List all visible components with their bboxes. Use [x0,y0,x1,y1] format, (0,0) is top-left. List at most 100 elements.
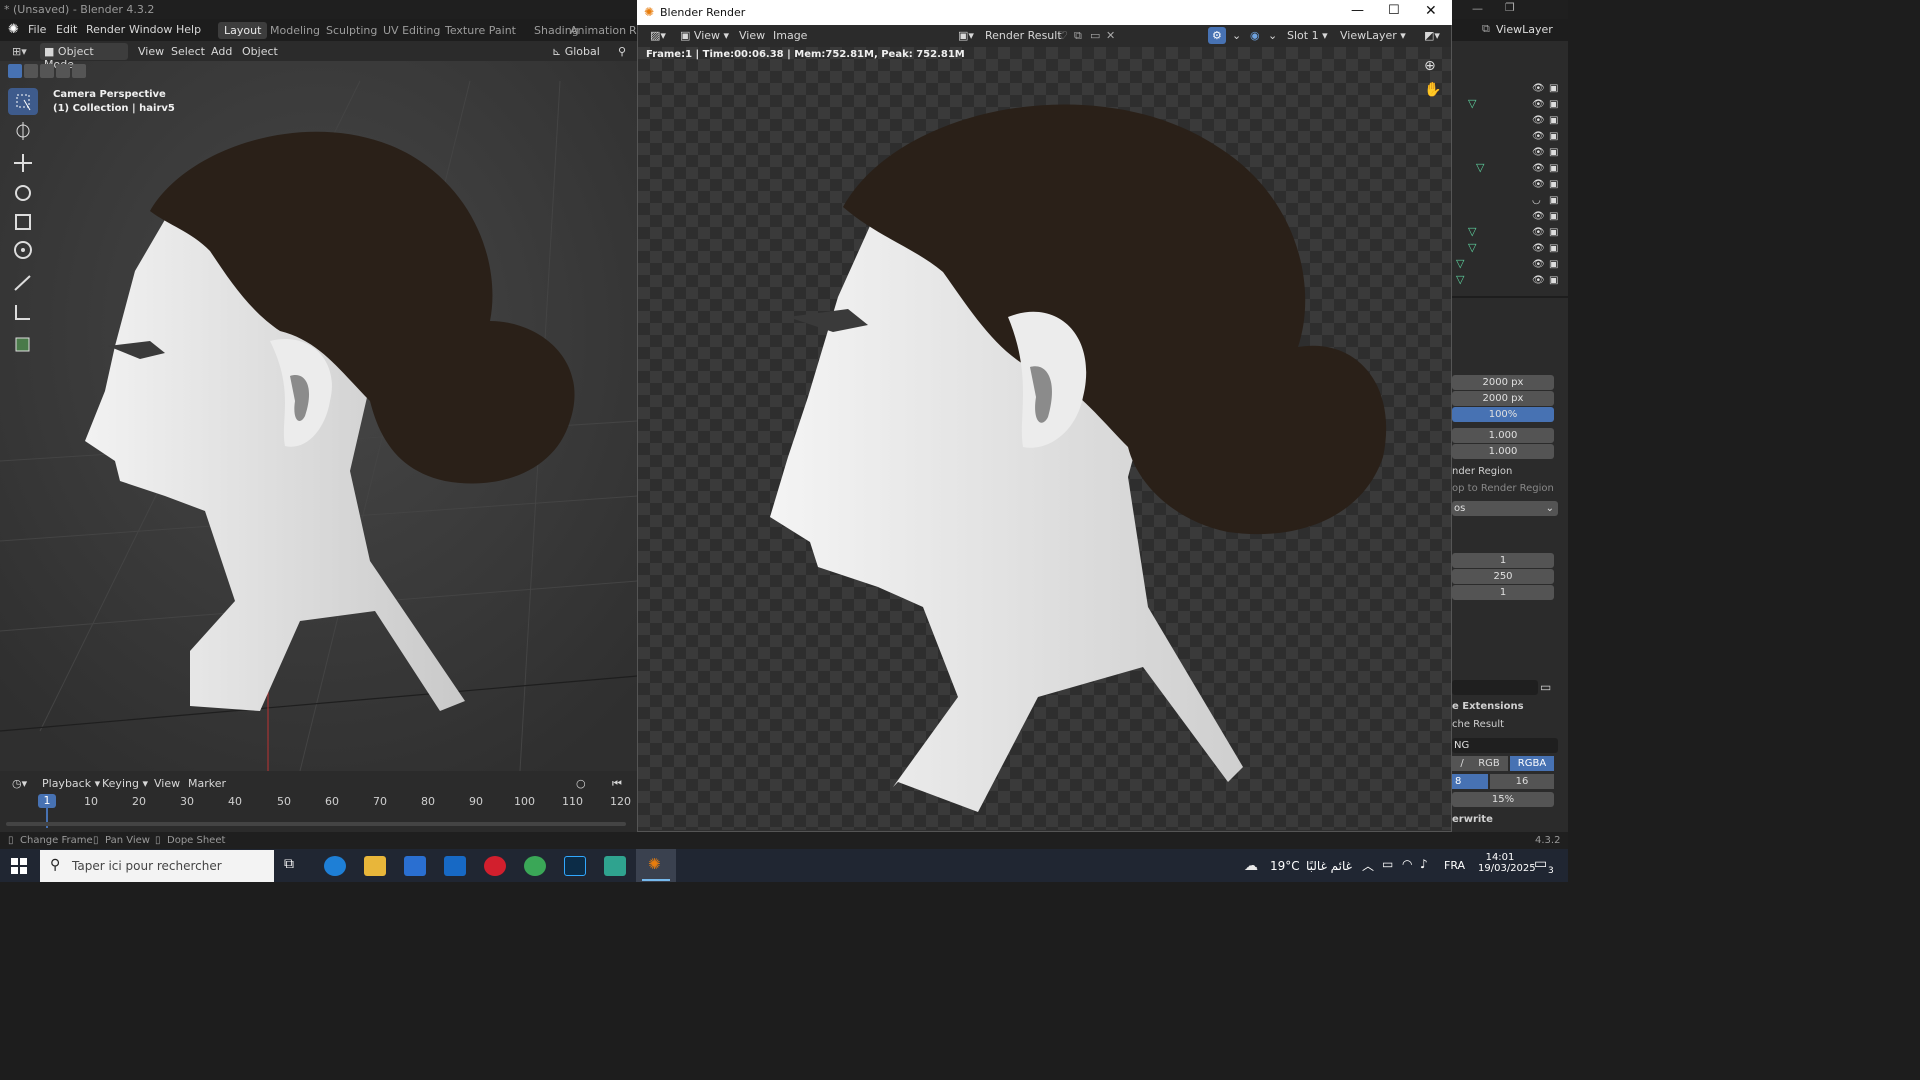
menu-window[interactable]: Window [129,23,172,36]
view-mode-dropdown[interactable]: ▣ View ▾ [676,27,733,44]
scale-icon[interactable] [8,209,38,236]
annotate-icon[interactable] [8,270,38,297]
image-name-field[interactable]: Render Result [981,27,1066,44]
clock[interactable]: 14:01 19/03/2025 [1478,852,1536,874]
chrome-icon[interactable] [524,856,546,876]
aspect-y-field[interactable]: 1.000 [1452,444,1554,459]
select-intersect-icon[interactable] [72,64,86,78]
transform-icon[interactable] [8,237,38,264]
chevron-down-icon[interactable]: ⌄ [1264,27,1281,44]
select-extend-icon[interactable] [24,64,38,78]
crop-region-checkbox-label[interactable]: op to Render Region [1452,483,1554,494]
outlook-icon[interactable] [444,856,466,876]
depth-8-button[interactable]: 8 [1452,774,1488,789]
camera-icon[interactable]: ▣ [1549,147,1558,158]
store-icon[interactable] [404,856,426,876]
menu-render[interactable]: Render [86,23,125,36]
image-browse-icon[interactable]: ▣▾ [954,27,978,44]
resolution-y-field[interactable]: 2000 px [1452,391,1554,406]
tab-animation[interactable]: Animation [564,22,632,39]
menu-edit[interactable]: Edit [56,23,77,36]
eye-icon[interactable]: 👁 [1532,243,1545,254]
playback-menu[interactable]: Playback ▾ [38,775,104,792]
depth-16-button[interactable]: 16 [1490,774,1554,789]
color-bw-button[interactable]: / [1452,756,1472,771]
windows-start-icon[interactable] [11,858,27,874]
photoshop-icon[interactable] [564,856,586,876]
compression-field[interactable]: 15% [1452,792,1554,807]
notifications-icon[interactable]: ▭ [1534,856,1547,872]
chevron-down-icon[interactable]: ⌄ [1228,27,1245,44]
volume-icon[interactable]: ♪ [1420,857,1428,871]
file-format-dropdown[interactable]: NG [1452,738,1558,753]
eye-icon[interactable]: 👁 [1532,163,1545,174]
menu-help[interactable]: Help [176,23,201,36]
add-menu[interactable]: Add [207,43,236,60]
render-result-canvas[interactable] [638,47,1451,830]
tab-modeling[interactable]: Modeling [264,22,326,39]
blender-logo-icon[interactable]: ✺ [8,22,19,37]
select-new-icon[interactable] [8,64,22,78]
task-view-icon[interactable]: ⧉ [284,856,306,876]
file-extensions-label[interactable]: e Extensions [1452,701,1524,712]
edge-icon[interactable] [324,856,346,876]
eye-icon[interactable]: 👁 [1532,275,1545,286]
timeline-editor-icon[interactable]: ◷▾ [8,775,31,792]
maximize-icon[interactable]: ❐ [1505,1,1515,14]
jump-start-icon[interactable]: ⏮ [608,775,626,792]
add-cube-icon[interactable] [8,331,38,358]
eye-icon[interactable]: 👁 [1532,131,1545,142]
tab-texture-paint[interactable]: Texture Paint [439,22,522,39]
select-subtract-icon[interactable] [40,64,54,78]
tab-sculpting[interactable]: Sculpting [320,22,383,39]
camera-icon[interactable]: ▣ [1549,195,1558,206]
weather-temperature[interactable]: 19°C [1270,859,1300,873]
view-layer-dropdown[interactable]: ViewLayer ▾ [1336,27,1410,44]
taskbar-search-box[interactable]: ⚲ Taper ici pour rechercher [40,850,274,882]
keying-menu[interactable]: Keying ▾ [98,775,152,792]
camera-icon[interactable]: ▣ [1549,275,1558,286]
sample-tool-icon[interactable]: ⚙ [1208,27,1226,44]
camera-icon[interactable]: ▣ [1549,227,1558,238]
move-icon[interactable] [8,150,38,177]
camera-icon[interactable]: ▣ [1549,163,1558,174]
rotate-icon[interactable] [8,180,38,207]
timeline-scrollbar[interactable] [6,822,626,826]
show-hidden-icons-icon[interactable]: ︿ [1362,857,1374,874]
wifi-icon[interactable]: ◠ [1402,857,1412,871]
camera-icon[interactable]: ▣ [1549,131,1558,142]
pan-hand-icon[interactable]: ✋ [1424,82,1441,98]
maximize-icon[interactable]: ☐ [1388,3,1400,18]
frame-step-field[interactable]: 1 [1452,585,1554,600]
opera-icon[interactable] [484,856,506,876]
output-path-field[interactable] [1452,680,1538,695]
render-view-menu[interactable]: View [735,27,769,44]
camera-icon[interactable]: ▣ [1549,179,1558,190]
object-menu[interactable]: Object [238,43,282,60]
tab-uv-editing[interactable]: UV Editing [377,22,446,39]
eye-icon[interactable]: 👁 [1532,147,1545,158]
render-region-checkbox-label[interactable]: nder Region [1452,466,1512,477]
close-icon[interactable]: ✕ [1425,3,1437,19]
overwrite-label[interactable]: erwrite [1452,814,1493,825]
color-rgba-button[interactable]: RGBA [1510,756,1554,771]
eye-icon[interactable]: 👁 [1532,259,1545,270]
camera-icon[interactable]: ▣ [1549,99,1558,110]
tab-layout[interactable]: Layout [218,22,268,39]
resolution-x-field[interactable]: 2000 px [1452,375,1554,390]
battery-icon[interactable]: ▭ [1382,857,1393,871]
eye-hidden-icon[interactable]: ◡ [1532,195,1541,206]
mode-dropdown[interactable]: ■ Object Mode [40,43,128,71]
current-frame-indicator[interactable]: 1 [38,794,56,808]
maya-icon[interactable] [604,856,626,876]
camera-icon[interactable]: ▣ [1549,115,1558,126]
eye-icon[interactable]: 👁 [1532,179,1545,190]
camera-icon[interactable]: ▣ [1549,83,1558,94]
blender-taskbar-button[interactable]: ✺ [636,849,676,882]
cache-result-label[interactable]: che Result [1452,719,1504,730]
resolution-percent-field[interactable]: 100% [1452,407,1554,422]
timeline-view-menu[interactable]: View [150,775,184,792]
eye-icon[interactable]: 👁 [1532,227,1545,238]
3d-viewport[interactable] [0,41,637,771]
select-menu[interactable]: Select [167,43,209,60]
